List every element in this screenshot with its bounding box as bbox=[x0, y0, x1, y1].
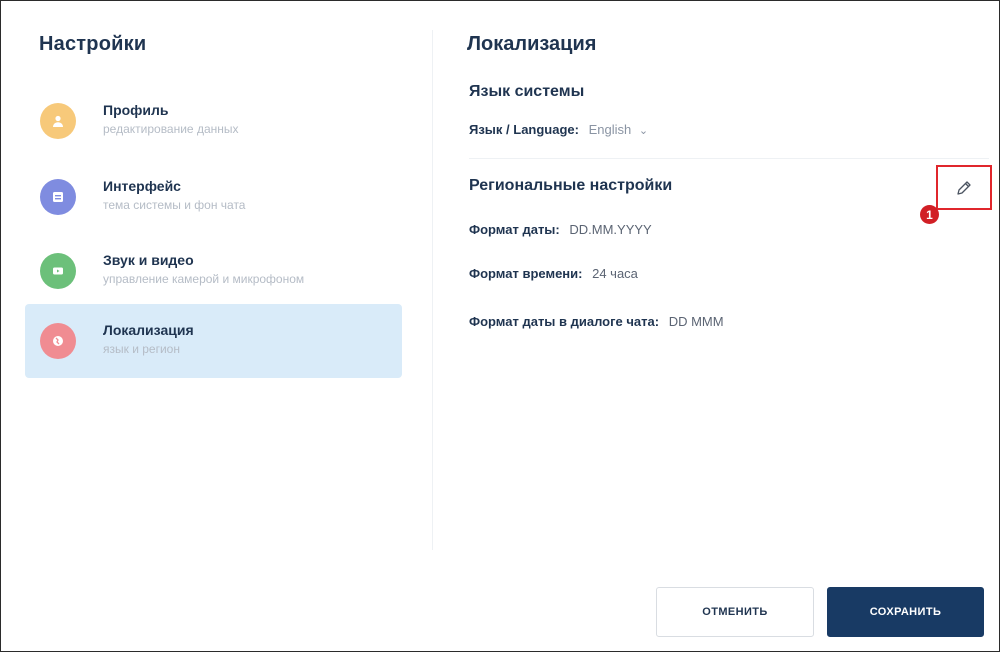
sidebar-item-label: Звук и видео bbox=[103, 252, 194, 268]
time-format-row: Формат времени: 24 часа bbox=[469, 266, 638, 281]
language-row: Язык / Language: English ⌄ bbox=[469, 122, 648, 137]
chat-date-format-label: Формат даты в диалоге чата: bbox=[469, 314, 660, 329]
section-divider bbox=[469, 158, 989, 159]
sidebar-item-label: Интерфейс bbox=[103, 178, 181, 194]
page-title: Локализация bbox=[467, 33, 597, 55]
panel-divider bbox=[432, 30, 433, 550]
language-select[interactable]: English ⌄ bbox=[589, 122, 648, 137]
save-button[interactable]: СОХРАНИТЬ bbox=[827, 587, 984, 637]
time-format-label: Формат времени: bbox=[469, 266, 583, 281]
date-format-label: Формат даты: bbox=[469, 222, 560, 237]
sidebar-item-label: Профиль bbox=[103, 102, 169, 118]
sidebar-title: Настройки bbox=[39, 33, 147, 55]
cancel-button[interactable]: ОТМЕНИТЬ bbox=[656, 587, 814, 637]
sidebar-item-subtitle: управление камерой и микрофоном bbox=[103, 272, 305, 286]
settings-sidebar: Настройки Профиль редактирование данных … bbox=[25, 20, 405, 540]
window-icon bbox=[40, 179, 76, 215]
regional-settings-title: Региональные настройки bbox=[469, 177, 673, 194]
globe-icon bbox=[40, 323, 76, 359]
date-format-row: Формат даты: DD.MM.YYYY bbox=[469, 222, 652, 237]
sidebar-item-interface[interactable]: Интерфейс тема системы и фон чата bbox=[25, 160, 402, 234]
sidebar-item-label: Локализация bbox=[103, 322, 194, 338]
chat-date-format-value: DD MMM bbox=[668, 314, 724, 329]
sidebar-item-subtitle: тема системы и фон чата bbox=[103, 198, 246, 212]
language-value: English bbox=[588, 122, 632, 137]
edit-regional-button[interactable] bbox=[936, 165, 992, 210]
video-icon bbox=[40, 253, 76, 289]
person-icon bbox=[40, 103, 76, 139]
sidebar-item-profile[interactable]: Профиль редактирование данных bbox=[25, 84, 402, 158]
pencil-icon bbox=[957, 180, 971, 195]
time-format-value: 24 часа bbox=[592, 266, 638, 281]
date-format-value: DD.MM.YYYY bbox=[569, 222, 652, 237]
system-language-title: Язык системы bbox=[469, 83, 585, 100]
step-marker-badge: 1 bbox=[920, 205, 939, 224]
sidebar-item-subtitle: язык и регион bbox=[103, 342, 180, 356]
sidebar-item-subtitle: редактирование данных bbox=[103, 122, 239, 136]
sidebar-item-localization[interactable]: Локализация язык и регион bbox=[25, 304, 402, 378]
sidebar-item-sound-video[interactable]: Звук и видео управление камерой и микроф… bbox=[25, 234, 402, 308]
language-label: Язык / Language: bbox=[469, 122, 579, 137]
chat-date-format-row: Формат даты в диалоге чата: DD MMM bbox=[469, 314, 724, 329]
chevron-down-icon: ⌄ bbox=[638, 125, 649, 137]
